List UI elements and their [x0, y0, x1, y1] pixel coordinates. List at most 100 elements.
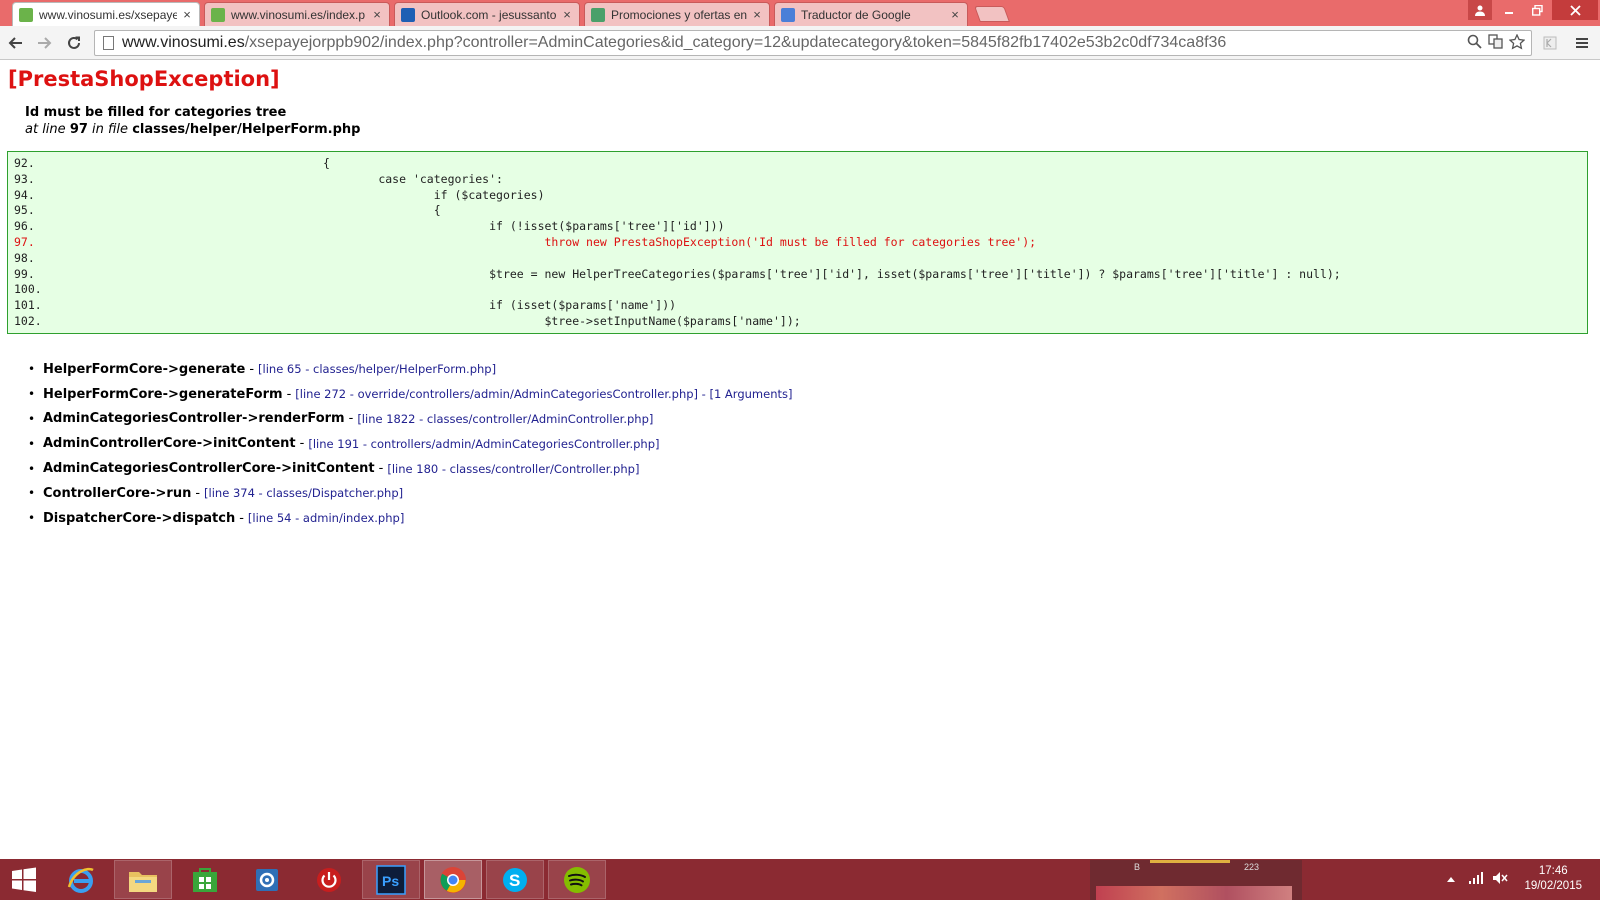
new-tab-button[interactable]	[974, 6, 1010, 22]
code-line-number: 92.	[14, 156, 35, 170]
control-panel-icon[interactable]	[238, 860, 296, 899]
trace-separator: -	[378, 461, 384, 477]
chrome-icon[interactable]	[424, 860, 482, 899]
window-close-icon[interactable]	[1552, 0, 1598, 20]
trace-function: HelperFormCore->generate	[43, 361, 246, 377]
trace-function: HelperFormCore->generateForm	[43, 386, 283, 402]
search-icon[interactable]	[1467, 34, 1482, 54]
close-icon[interactable]: ×	[751, 7, 763, 22]
user-profile-icon[interactable]	[1468, 0, 1492, 20]
svg-text:S: S	[509, 871, 520, 890]
volume-muted-icon[interactable]	[1492, 871, 1508, 888]
browser-toolbar: www.vinosumi.es /xsepayejorppb902/index.…	[0, 26, 1600, 60]
bullet-icon: •	[28, 411, 36, 426]
photoshop-icon[interactable]: Ps	[362, 860, 420, 899]
page-info-icon[interactable]	[103, 36, 114, 50]
skype-icon[interactable]: S	[486, 860, 544, 899]
tab-vinosumi-index[interactable]: www.vinosumi.es/index.p ×	[204, 2, 390, 26]
trace-location-link[interactable]: [line 272 - override/controllers/admin/A…	[295, 387, 792, 401]
code-line: 92. {	[8, 156, 1587, 172]
trace-separator: -	[299, 436, 305, 452]
browser-tab-strip: www.vinosumi.es/xsepaye × www.vinosumi.e…	[0, 0, 1600, 26]
trace-function: AdminCategoriesController->renderForm	[43, 411, 345, 427]
trace-location-link[interactable]: [line 54 - admin/index.php]	[248, 511, 404, 525]
tab-label: Traductor de Google	[801, 7, 911, 22]
code-line-number: 95.	[14, 203, 35, 218]
clock-date: 19/02/2015	[1524, 880, 1582, 892]
windows-start-icon[interactable]	[0, 860, 48, 899]
tab-label: www.vinosumi.es/index.p	[231, 7, 366, 22]
network-signal-icon[interactable]	[1468, 871, 1484, 888]
trace-separator: -	[286, 386, 292, 402]
code-line-number: 98.	[14, 250, 35, 265]
code-excerpt: 92. {93. case 'categories': 94. if ($cate…	[7, 151, 1588, 334]
trace-location-link[interactable]: [line 65 - classes/helper/HelperForm.php…	[258, 362, 496, 376]
prestashop-favicon-icon	[211, 7, 225, 22]
code-line-number: 97.	[14, 234, 35, 249]
trace-location-link[interactable]: [line 191 - controllers/admin/AdminCateg…	[308, 437, 659, 451]
close-icon[interactable]: ×	[371, 7, 383, 22]
trace-location-link[interactable]: [line 1822 - classes/controller/AdminCon…	[357, 412, 653, 426]
trace-function: AdminControllerCore->initContent	[43, 436, 296, 452]
back-arrow-icon[interactable]	[4, 31, 28, 55]
extension-icon[interactable]	[1538, 31, 1562, 55]
page-content: [PrestaShopException] Id must be filled …	[0, 61, 1600, 859]
translate-icon[interactable]	[1488, 34, 1503, 54]
exception-message: Id must be filled for categories tree	[25, 105, 287, 120]
address-bar[interactable]: www.vinosumi.es /xsepayejorppb902/index.…	[94, 30, 1532, 56]
reload-icon[interactable]	[62, 31, 86, 55]
windows-store-icon[interactable]	[176, 860, 234, 899]
tab-vinosumi-admin[interactable]: www.vinosumi.es/xsepaye ×	[12, 2, 200, 26]
tray-chevron-up-icon[interactable]	[1446, 872, 1456, 886]
code-line-text: $tree = new HelperTreeCategories($params…	[46, 266, 1341, 281]
tab-label: Outlook.com - jesussanto	[421, 7, 557, 22]
stack-trace-item: • AdminCategoriesController->renderForm -[…	[28, 407, 792, 432]
code-line-number: 96.	[14, 219, 35, 234]
code-line-text: {	[46, 203, 441, 218]
spotify-icon[interactable]	[548, 860, 606, 899]
promo-favicon-icon	[591, 7, 605, 22]
minimize-icon[interactable]	[1496, 0, 1522, 20]
clock-time: 17:46	[1538, 865, 1568, 877]
code-line-text: $tree->setInputName($params['name']);	[46, 313, 801, 328]
code-line: 96. if (!isset($params['tree']['id']))	[8, 219, 1587, 235]
google-translate-favicon-icon	[781, 7, 795, 22]
tab-google-translate[interactable]: Traductor de Google ×	[774, 2, 968, 26]
restore-icon[interactable]	[1524, 0, 1550, 20]
code-line-text: {	[46, 156, 330, 170]
code-line: 99. $tree = new HelperTreeCategories($pa…	[8, 267, 1587, 283]
bullet-icon: •	[28, 511, 36, 526]
tab-label: Promociones y ofertas en	[611, 7, 747, 22]
preview-count: 223	[1244, 862, 1260, 872]
taskbar-preview-thumbnail[interactable]: B 223	[1090, 860, 1302, 900]
close-icon[interactable]: ×	[561, 7, 573, 22]
taskbar-clock[interactable]: 17:46 19/02/2015	[1524, 864, 1582, 894]
menu-hamburger-icon[interactable]	[1570, 31, 1594, 55]
code-line-text: if ($categories)	[46, 187, 545, 202]
trace-function: DispatcherCore->dispatch	[43, 510, 236, 526]
code-line-number: 102.	[14, 313, 42, 328]
code-line: 98.	[8, 251, 1587, 267]
forward-arrow-icon[interactable]	[32, 31, 56, 55]
outlook-favicon-icon	[401, 7, 415, 22]
tab-outlook[interactable]: Outlook.com - jesussanto ×	[394, 2, 580, 26]
code-line-number: 93.	[14, 171, 35, 186]
bookmark-star-icon[interactable]	[1508, 33, 1526, 54]
stack-trace: • HelperFormCore->generate - [line 65 - cla…	[28, 357, 792, 531]
code-line: 101. if (isset($params['name']))	[8, 298, 1587, 314]
stack-trace-item: • ControllerCore->run - [line 374 - classes…	[28, 481, 792, 506]
stack-trace-item: • AdminControllerCore->initContent - [line …	[28, 431, 792, 456]
stack-trace-item: • AdminCategoriesControllerCore->initCont…	[28, 456, 792, 481]
bullet-icon: •	[28, 486, 36, 501]
file-explorer-icon[interactable]	[114, 860, 172, 899]
tab-label: www.vinosumi.es/xsepaye	[39, 7, 177, 22]
trace-separator: -	[249, 361, 255, 377]
close-icon[interactable]: ×	[949, 7, 961, 22]
trace-location-link[interactable]: [line 374 - classes/Dispatcher.php]	[204, 486, 403, 500]
power-icon[interactable]	[300, 860, 358, 899]
trace-location-link[interactable]: [line 180 - classes/controller/Controlle…	[387, 462, 639, 476]
internet-explorer-icon[interactable]	[52, 860, 110, 899]
tab-promociones[interactable]: Promociones y ofertas en ×	[584, 2, 770, 26]
close-icon[interactable]: ×	[181, 7, 193, 22]
trace-separator: -	[239, 510, 244, 526]
